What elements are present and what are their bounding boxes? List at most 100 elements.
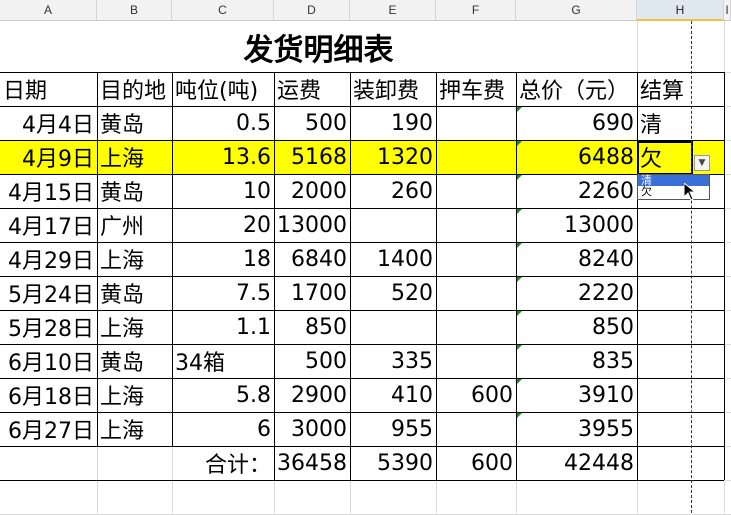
summary-total[interactable]: 42448 <box>516 446 637 480</box>
cell-ton[interactable]: 5.8 <box>172 378 274 412</box>
cell-settle[interactable] <box>637 378 724 412</box>
cell-settle[interactable]: 清 <box>637 106 724 140</box>
column-header-h[interactable]: H <box>637 0 724 21</box>
dropdown-list[interactable]: 清欠 <box>637 174 710 200</box>
sheet-title[interactable]: 发货明细表 <box>0 21 637 72</box>
cell-total[interactable]: 13000 <box>516 208 637 242</box>
column-header-b[interactable]: B <box>97 0 172 21</box>
cell-handling[interactable]: 1400 <box>350 242 436 276</box>
cell-freight[interactable]: 2000 <box>274 174 350 208</box>
cell-freight[interactable]: 500 <box>274 344 350 378</box>
cell-total[interactable]: 3955 <box>516 412 637 446</box>
cell-date[interactable]: 4月4日 <box>0 106 97 140</box>
cell-dest[interactable]: 上海 <box>97 378 172 412</box>
summary-freight[interactable]: 36458 <box>274 446 350 480</box>
cell-freight[interactable]: 6840 <box>274 242 350 276</box>
cell-ton[interactable]: 6 <box>172 412 274 446</box>
cell-freight[interactable]: 3000 <box>274 412 350 446</box>
cell-handling[interactable]: 1320 <box>350 140 436 174</box>
header-cell[interactable]: 吨位(吨) <box>172 72 274 106</box>
cell-ton[interactable]: 13.6 <box>172 140 274 174</box>
cell-escort[interactable] <box>436 412 516 446</box>
cell-dest[interactable]: 黄岛 <box>97 276 172 310</box>
header-cell[interactable]: 总价（元） <box>516 72 637 106</box>
cell-handling[interactable]: 520 <box>350 276 436 310</box>
cell-freight[interactable]: 850 <box>274 310 350 344</box>
cell-date[interactable]: 4月15日 <box>0 174 97 208</box>
cell-freight[interactable]: 2900 <box>274 378 350 412</box>
cell-settle[interactable] <box>637 208 724 242</box>
cell-handling[interactable]: 335 <box>350 344 436 378</box>
column-header-g[interactable]: G <box>516 0 637 21</box>
header-cell[interactable]: 目的地 <box>97 72 172 106</box>
cell-dest[interactable]: 上海 <box>97 242 172 276</box>
cell-total[interactable]: 6488 <box>516 140 637 174</box>
header-cell[interactable]: 日期 <box>0 72 97 106</box>
header-cell[interactable]: 押车费 <box>436 72 516 106</box>
summary-label[interactable]: 合计： <box>172 446 274 480</box>
cell-date[interactable]: 6月18日 <box>0 378 97 412</box>
cell-handling[interactable]: 955 <box>350 412 436 446</box>
summary-escort[interactable]: 600 <box>436 446 516 480</box>
cell-total[interactable]: 2220 <box>516 276 637 310</box>
cell-escort[interactable] <box>436 208 516 242</box>
cell-escort[interactable] <box>436 344 516 378</box>
cell-freight[interactable]: 500 <box>274 106 350 140</box>
cell-date[interactable]: 5月24日 <box>0 276 97 310</box>
cell-settle[interactable] <box>637 344 724 378</box>
cell-date[interactable]: 5月28日 <box>0 310 97 344</box>
cell-dest[interactable]: 黄岛 <box>97 174 172 208</box>
cell-dest[interactable]: 黄岛 <box>97 344 172 378</box>
cell-escort[interactable] <box>436 140 516 174</box>
column-header-e[interactable]: E <box>350 0 436 21</box>
cell-ton[interactable]: 18 <box>172 242 274 276</box>
summary-handling[interactable]: 5390 <box>350 446 436 480</box>
cell-freight[interactable]: 13000 <box>274 208 350 242</box>
cell-dest[interactable]: 上海 <box>97 412 172 446</box>
cell-escort[interactable] <box>436 276 516 310</box>
cell-escort[interactable] <box>436 310 516 344</box>
column-header-f[interactable]: F <box>436 0 516 21</box>
cell-ton[interactable]: 20 <box>172 208 274 242</box>
cell-date[interactable]: 4月29日 <box>0 242 97 276</box>
cell-dest[interactable]: 上海 <box>97 310 172 344</box>
cell-ton[interactable]: 10 <box>172 174 274 208</box>
header-cell[interactable]: 运费 <box>274 72 350 106</box>
cell-dest[interactable]: 上海 <box>97 140 172 174</box>
column-header-a[interactable]: A <box>0 0 97 21</box>
cell-ton[interactable]: 1.1 <box>172 310 274 344</box>
cell-ton[interactable]: 7.5 <box>172 276 274 310</box>
cell-total[interactable]: 2260 <box>516 174 637 208</box>
cell-escort[interactable]: 600 <box>436 378 516 412</box>
dropdown-option[interactable]: 欠 <box>638 186 709 197</box>
cell-total[interactable]: 3910 <box>516 378 637 412</box>
cell-settle[interactable] <box>637 412 724 446</box>
cell-date[interactable]: 4月9日 <box>0 140 97 174</box>
cell-escort[interactable] <box>436 242 516 276</box>
column-header-i[interactable]: I <box>724 0 731 21</box>
cell-ton[interactable]: 34箱 <box>172 344 274 378</box>
cell-settle[interactable] <box>637 276 724 310</box>
cell-handling[interactable]: 190 <box>350 106 436 140</box>
cell-escort[interactable] <box>436 106 516 140</box>
cell-total[interactable]: 850 <box>516 310 637 344</box>
cell-escort[interactable] <box>436 174 516 208</box>
cell-dest[interactable]: 广州 <box>97 208 172 242</box>
cell-handling[interactable] <box>350 310 436 344</box>
cell-freight[interactable]: 1700 <box>274 276 350 310</box>
cell-handling[interactable] <box>350 208 436 242</box>
cell-date[interactable]: 6月27日 <box>0 412 97 446</box>
cell-settle[interactable] <box>637 242 724 276</box>
cell-total[interactable]: 8240 <box>516 242 637 276</box>
cell-total[interactable]: 690 <box>516 106 637 140</box>
header-cell[interactable]: 装卸费 <box>350 72 436 106</box>
cell-date[interactable]: 4月17日 <box>0 208 97 242</box>
cell-handling[interactable]: 410 <box>350 378 436 412</box>
cell-settle[interactable] <box>637 310 724 344</box>
header-cell[interactable]: 结算 <box>637 72 724 106</box>
dropdown-button[interactable]: ▼ <box>694 155 710 171</box>
cell-dest[interactable]: 黄岛 <box>97 106 172 140</box>
column-header-d[interactable]: D <box>274 0 350 21</box>
selected-cell[interactable] <box>637 141 693 175</box>
cell-total[interactable]: 835 <box>516 344 637 378</box>
